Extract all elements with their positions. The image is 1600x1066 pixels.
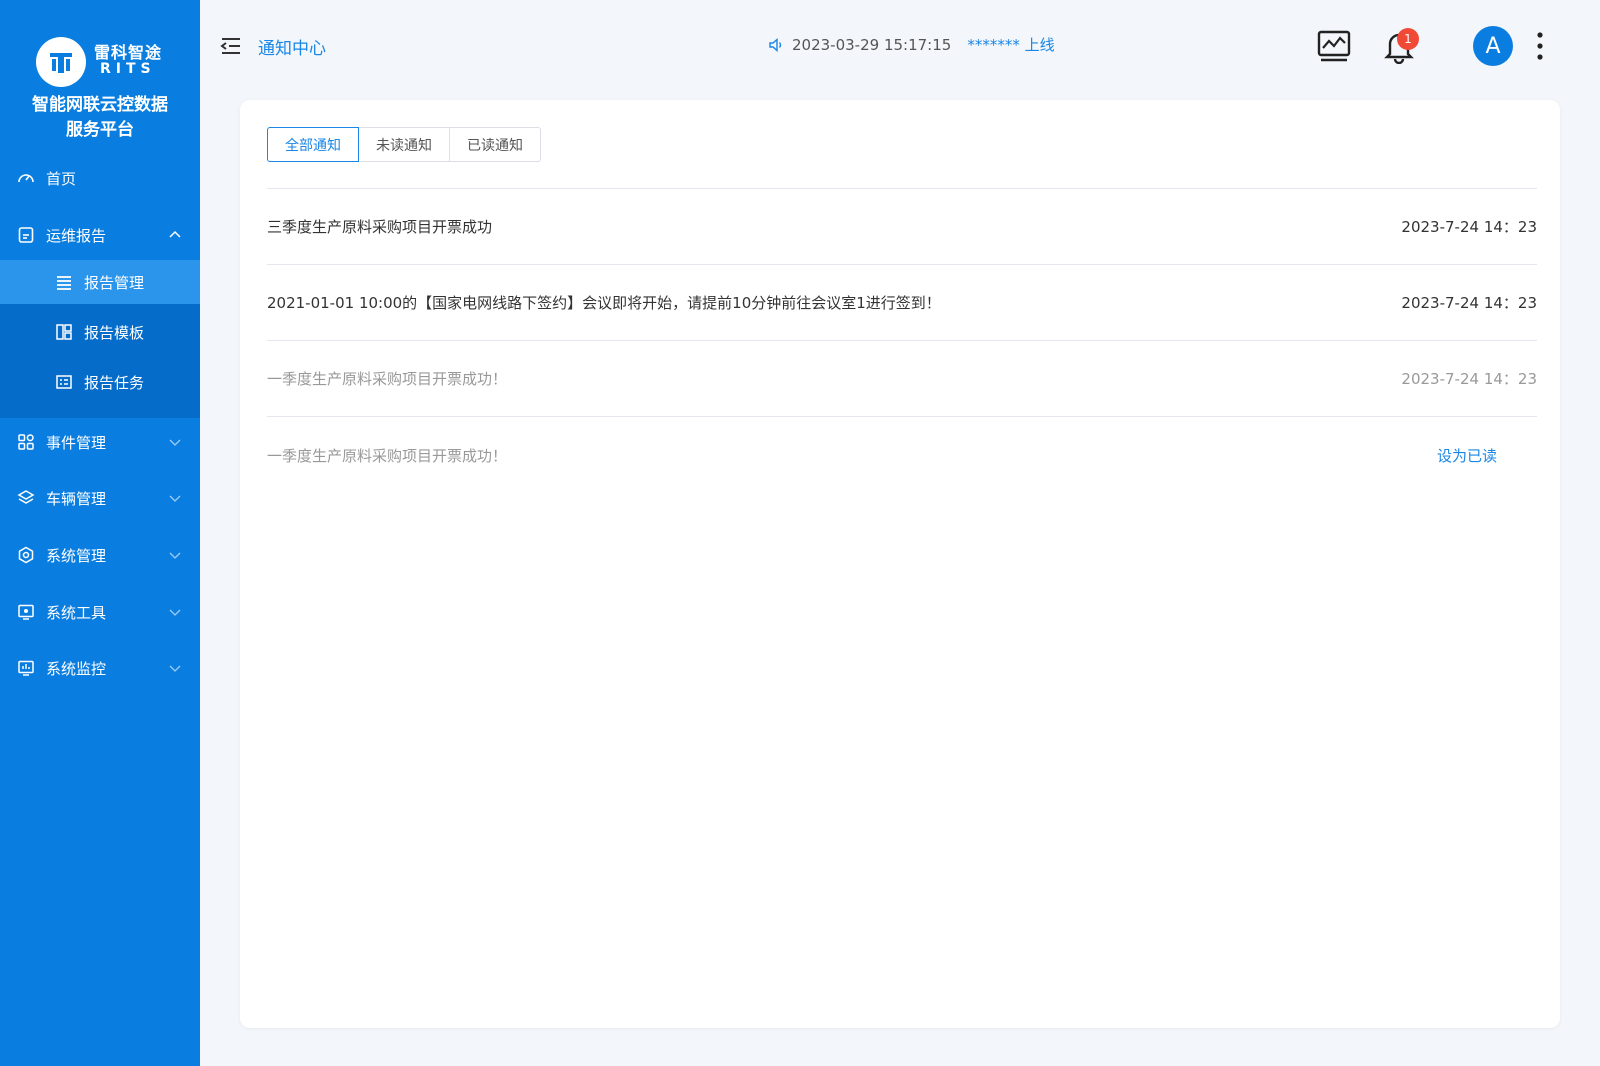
page-title: 通知中心 [258, 39, 326, 59]
task-icon [54, 372, 74, 392]
list-item[interactable]: 一季度生产原料采购项目开票成功！ 2023-7-24 14：23 [267, 341, 1537, 417]
notification-text: 三季度生产原料采购项目开票成功 [267, 218, 493, 236]
layers-icon [16, 488, 36, 508]
grid-icon [16, 432, 36, 452]
notification-list: 三季度生产原料采购项目开票成功 2023-7-24 14：23 2021-01-… [267, 188, 1537, 493]
chevron-up-icon [169, 230, 181, 238]
sidebar-item-ops-report[interactable]: 运维报告 [0, 210, 200, 260]
notification-time: 2023-7-24 14：23 [1401, 218, 1537, 236]
list-icon [54, 272, 74, 292]
list-item[interactable]: 三季度生产原料采购项目开票成功 2023-7-24 14：23 [267, 189, 1537, 265]
notification-badge: 1 [1397, 28, 1419, 50]
chevron-down-icon [169, 552, 181, 559]
logo-area: 雷科智途 RITS 智能网联云控数据 服务平台 [0, 0, 200, 150]
notification-text: 2021-01-01 10:00的【国家电网线路下签约】会议即将开始，请提前10… [267, 294, 941, 312]
top-header: 通知中心 2023-03-29 15:17:15 ******* 上线 1 A [200, 0, 1600, 92]
sidebar-item-home[interactable]: 首页 [0, 153, 200, 203]
sidebar-item-label: 系统工具 [46, 603, 107, 622]
sidebar-item-report-task[interactable]: 报告任务 [0, 360, 200, 404]
sidebar-item-label: 报告管理 [84, 273, 145, 292]
sidebar-item-label: 运维报告 [46, 226, 107, 245]
notification-card: 全部通知 未读通知 已读通知 三季度生产原料采购项目开票成功 2023-7-24… [240, 100, 1560, 1028]
sidebar-item-report-template[interactable]: 报告模板 [0, 310, 200, 354]
sidebar-item-report-management[interactable]: 报告管理 [0, 260, 200, 304]
status-bar: 2023-03-29 15:17:15 ******* 上线 [768, 34, 1055, 55]
dashboard-icon [16, 168, 36, 188]
platform-title-line1: 智能网联云控数据 [32, 95, 168, 115]
sidebar-item-label: 报告模板 [84, 323, 145, 342]
avatar[interactable]: A [1473, 26, 1513, 66]
tab-read-notifications[interactable]: 已读通知 [449, 127, 541, 162]
report-icon [16, 225, 36, 245]
tab-all-notifications[interactable]: 全部通知 [267, 127, 359, 162]
notification-time: 2023-7-24 14：23 [1401, 370, 1537, 388]
list-item[interactable]: 2021-01-01 10:00的【国家电网线路下签约】会议即将开始，请提前10… [267, 265, 1537, 341]
sidebar-item-label: 系统管理 [46, 546, 107, 565]
logo-text: 雷科智途 RITS [94, 44, 162, 78]
monitor-icon [16, 658, 36, 678]
notification-text: 一季度生产原料采购项目开票成功！ [267, 446, 508, 465]
platform-title-line2: 服务平台 [66, 120, 134, 140]
datetime: 2023-03-29 15:17:15 [792, 35, 952, 54]
mark-as-read-link[interactable]: 设为已读 [1437, 445, 1497, 466]
platform-title: 智能网联云控数据 服务平台 [0, 93, 200, 143]
sidebar-item-label: 首页 [46, 169, 77, 188]
tab-unread-notifications[interactable]: 未读通知 [358, 127, 450, 162]
notification-time: 2023-7-24 14：23 [1401, 294, 1537, 312]
settings-icon [16, 545, 36, 565]
monitor-chart-icon [1317, 30, 1351, 62]
sidebar-item-events[interactable]: 事件管理 [0, 417, 200, 467]
sidebar-item-system-monitor[interactable]: 系统监控 [0, 643, 200, 693]
logo-cn: 雷科智途 [94, 43, 163, 62]
sidebar: 雷科智途 RITS 智能网联云控数据 服务平台 首页 运维报告 报告管理 报告模… [0, 0, 200, 1066]
collapse-menu-icon[interactable] [220, 35, 242, 57]
speaker-icon [769, 37, 782, 52]
sidebar-item-vehicles[interactable]: 车辆管理 [0, 473, 200, 523]
list-item[interactable]: 一季度生产原料采购项目开票成功！ 设为已读 [267, 417, 1537, 493]
logo-en: RITS [100, 61, 156, 77]
template-icon [54, 322, 74, 342]
sidebar-item-system-management[interactable]: 系统管理 [0, 530, 200, 580]
sidebar-item-system-tools[interactable]: 系统工具 [0, 587, 200, 637]
sidebar-item-label: 车辆管理 [46, 489, 107, 508]
notification-tabs: 全部通知 未读通知 已读通知 [267, 127, 541, 162]
logo-emblem-icon [36, 37, 86, 87]
sidebar-item-label: 报告任务 [84, 373, 145, 392]
chevron-down-icon [169, 665, 181, 672]
notification-text: 一季度生产原料采购项目开票成功！ [267, 370, 508, 388]
sidebar-item-label: 系统监控 [46, 659, 107, 678]
more-vertical-icon[interactable] [1535, 30, 1545, 62]
chevron-down-icon [169, 609, 181, 616]
sidebar-submenu-ops-report: 报告管理 报告模板 报告任务 [0, 260, 200, 418]
chevron-down-icon [169, 495, 181, 502]
chevron-down-icon [169, 439, 181, 446]
dashboard-screen-button[interactable] [1314, 26, 1354, 66]
sidebar-item-label: 事件管理 [46, 433, 107, 452]
tools-icon [16, 602, 36, 622]
online-user-text: ******* 上线 [967, 36, 1055, 54]
notification-button[interactable]: 1 [1379, 26, 1419, 66]
